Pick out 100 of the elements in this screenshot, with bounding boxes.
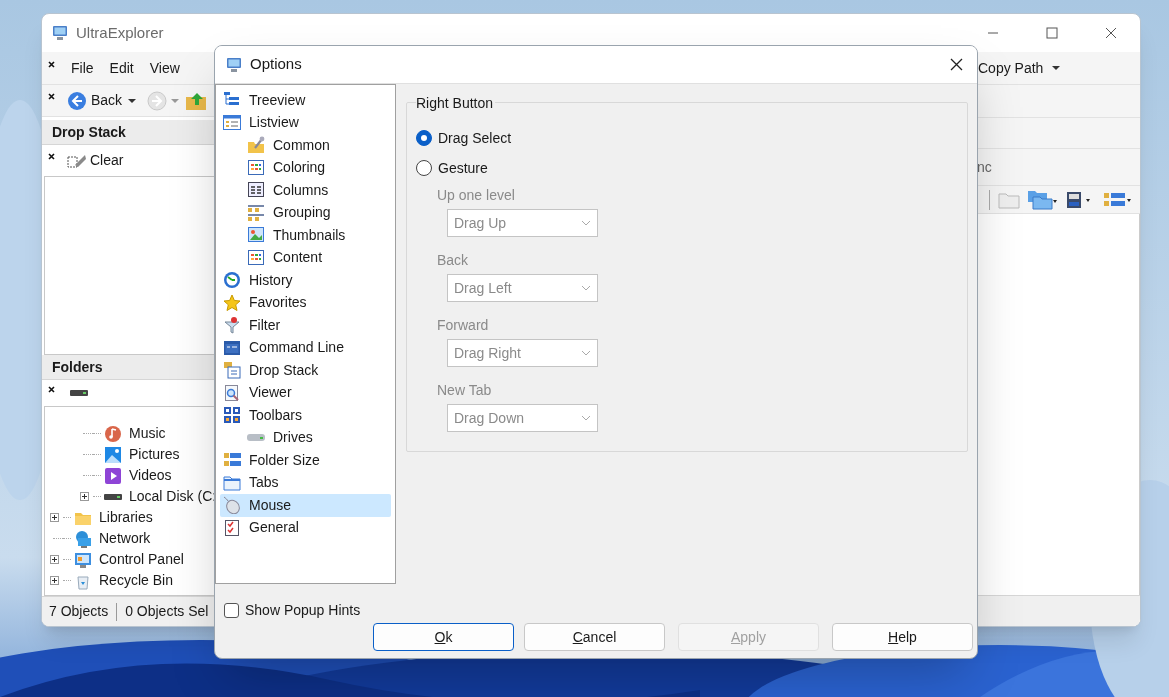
- tiles-icon: [223, 406, 241, 425]
- expand-icon[interactable]: [79, 492, 89, 501]
- close-icon[interactable]: [1105, 27, 1117, 39]
- caret-icon[interactable]: [128, 98, 137, 103]
- close-icon[interactable]: [950, 58, 963, 71]
- list-icon[interactable]: [1103, 190, 1133, 209]
- panel-header: Drop Stack: [52, 122, 126, 142]
- dialog-button[interactable]: Cancel: [524, 623, 665, 651]
- computer-icon: [52, 25, 68, 41]
- nav-item[interactable]: Treeview: [220, 89, 391, 112]
- field-label: Forward: [437, 316, 490, 335]
- nav-item[interactable]: Filter: [220, 314, 391, 337]
- terminal-icon: [223, 338, 241, 357]
- nav-item[interactable]: Content: [220, 246, 391, 269]
- magnifier-icon: [223, 383, 241, 402]
- expand-icon[interactable]: [49, 555, 59, 564]
- field-label: Up one level: [437, 186, 516, 205]
- checklist-icon: [223, 518, 241, 537]
- tree-item[interactable]: Music: [129, 423, 166, 444]
- menu-item[interactable]: Edit: [101, 55, 142, 81]
- stack-icon: [223, 361, 241, 380]
- maximize-icon[interactable]: [1046, 27, 1058, 39]
- panel-header: Folders: [52, 357, 103, 377]
- drive-icon[interactable]: [70, 389, 88, 397]
- nav-item[interactable]: Columns: [220, 179, 391, 202]
- video-icon: [104, 466, 122, 485]
- nav-item[interactable]: Thumbnails: [220, 224, 391, 247]
- tab-label: nc: [977, 157, 992, 177]
- menu-item[interactable]: File: [63, 55, 102, 81]
- nav-item[interactable]: Tabs: [220, 471, 391, 494]
- image-icon: [247, 226, 265, 245]
- expand-icon[interactable]: [49, 513, 59, 522]
- tree-item[interactable]: Videos: [129, 465, 172, 486]
- chevron-icon: [581, 415, 591, 421]
- radio-button[interactable]: [416, 160, 432, 176]
- chevron-icon: [581, 220, 591, 226]
- back-icon[interactable]: [67, 90, 87, 111]
- nav-item[interactable]: Drop Stack: [220, 359, 391, 382]
- pictures-icon: [104, 445, 122, 464]
- back-button[interactable]: Back: [91, 90, 123, 111]
- dialog-button[interactable]: Help: [832, 623, 973, 651]
- tree-item[interactable]: Control Panel: [99, 549, 184, 570]
- radio-label: Drag Select: [438, 128, 512, 148]
- caret-icon[interactable]: [1052, 66, 1061, 70]
- tree-item[interactable]: Libraries: [99, 507, 153, 528]
- dialog-button[interactable]: Ok: [373, 623, 514, 651]
- expand-icon[interactable]: [49, 576, 59, 585]
- drive-icon: [104, 493, 122, 500]
- up-folder-icon[interactable]: [185, 90, 208, 111]
- grouping-icon: [247, 203, 265, 222]
- nav-item[interactable]: Listview: [220, 111, 391, 134]
- checkbox-label: Show Popup Hints: [245, 600, 361, 620]
- chevron-icon: [581, 285, 591, 291]
- star-icon: [223, 293, 241, 312]
- field-label: Back: [437, 251, 470, 270]
- nav-item[interactable]: Favorites: [220, 291, 391, 314]
- field-label: New Tab: [437, 381, 493, 400]
- nav-item[interactable]: Folder Size: [220, 449, 391, 472]
- grip-icon: [48, 93, 55, 100]
- radio-label: Gesture: [438, 158, 488, 178]
- tree-item[interactable]: Network: [99, 528, 151, 549]
- nav-item[interactable]: History: [220, 269, 391, 292]
- dialog-title: Options: [250, 54, 302, 75]
- tree-item[interactable]: Pictures: [129, 444, 180, 465]
- nav-item[interactable]: General: [220, 516, 391, 539]
- nav-item[interactable]: Command Line: [220, 336, 391, 359]
- grid-icon: [247, 248, 265, 267]
- radio-button[interactable]: [416, 130, 432, 146]
- grip-icon: [48, 385, 55, 393]
- nav-item[interactable]: Drives: [220, 426, 391, 449]
- chevron-icon: [581, 350, 591, 356]
- status-text: 0 Objects Sel: [125, 602, 209, 621]
- status-text: 7 Objects: [49, 602, 109, 621]
- clear-button[interactable]: Clear: [90, 150, 124, 171]
- nav-item[interactable]: Viewer: [220, 381, 391, 404]
- network-icon: [74, 529, 92, 548]
- nav-item[interactable]: Common: [220, 134, 391, 157]
- columns-icon: [247, 181, 265, 200]
- funnel-icon: [223, 316, 241, 335]
- clock-icon: [223, 271, 241, 290]
- grip-icon: [48, 60, 55, 68]
- computer-icon: [226, 56, 242, 73]
- tree-item[interactable]: Recycle Bin: [99, 570, 173, 591]
- mouse-icon: [223, 496, 241, 515]
- grip-icon: [48, 153, 55, 160]
- window-title: UltraExplorer: [76, 22, 164, 43]
- nav-item[interactable]: Coloring: [220, 156, 391, 179]
- music-icon: [104, 424, 122, 443]
- checkbox[interactable]: [224, 602, 239, 618]
- nav-item[interactable]: Toolbars: [220, 404, 391, 427]
- nav-item[interactable]: Grouping: [220, 201, 391, 224]
- drive-icon: [247, 434, 265, 442]
- folder-icon: [223, 473, 241, 492]
- monitor-icon: [74, 550, 92, 569]
- menu-item[interactable]: View: [141, 55, 188, 81]
- grid-icon: [247, 158, 265, 177]
- list-window-icon: [223, 113, 241, 132]
- folders-icon[interactable]: [1027, 189, 1057, 210]
- tree-item[interactable]: Local Disk (C:: [129, 486, 214, 507]
- nav-item[interactable]: Mouse: [220, 494, 391, 517]
